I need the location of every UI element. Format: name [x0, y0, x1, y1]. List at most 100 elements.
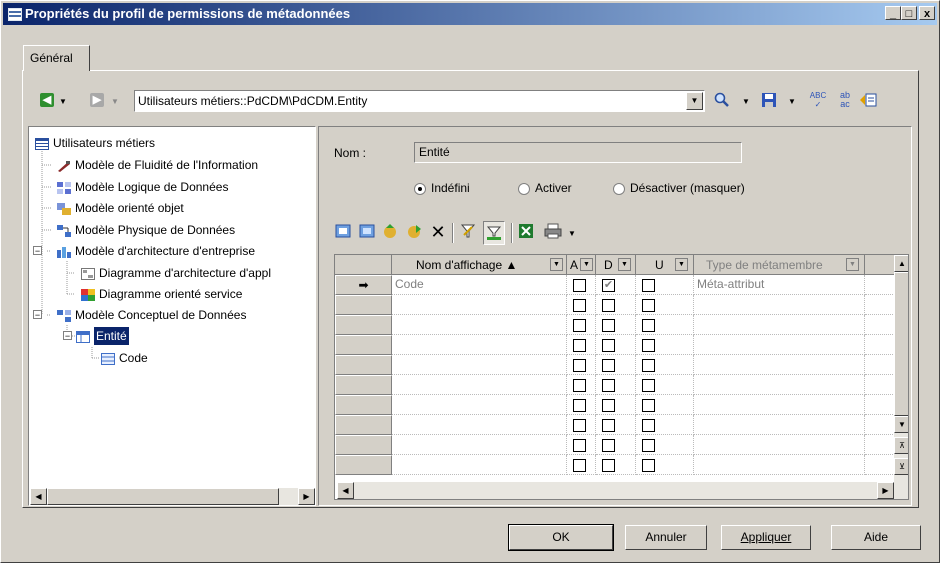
scroll-right-icon[interactable]: ▶ — [298, 488, 315, 505]
display-name-cell[interactable] — [392, 295, 567, 315]
help-button[interactable]: Aide — [831, 525, 921, 550]
tree-item-diag-architecture[interactable]: Diagramme d'architecture d'appl — [81, 263, 271, 281]
row-header[interactable] — [335, 315, 392, 335]
title-bar[interactable]: Propriétés du profil de permissions de m… — [3, 3, 937, 25]
display-name-cell[interactable] — [392, 355, 567, 375]
checkbox-a[interactable] — [573, 279, 586, 292]
checkbox-d[interactable] — [602, 439, 615, 452]
column-header-d[interactable]: D ▼ — [596, 255, 636, 275]
scroll-thumb[interactable] — [894, 272, 908, 416]
filter-dropdown-icon[interactable]: ▼ — [580, 258, 593, 271]
scroll-down-icon[interactable]: ▼ — [894, 416, 908, 433]
tree-item-physique[interactable]: Modèle Physique de Données — [57, 220, 235, 238]
checkbox-u[interactable] — [642, 419, 655, 432]
checkbox-a[interactable] — [573, 419, 586, 432]
collapse-icon[interactable]: − — [33, 246, 42, 256]
maximize-button[interactable]: □ — [901, 6, 917, 20]
checkbox-u[interactable] — [642, 379, 655, 392]
checkbox-a[interactable] — [573, 359, 586, 372]
print-dropdown-icon[interactable]: ▼ — [568, 229, 576, 238]
filter-dropdown-icon[interactable]: ▼ — [550, 258, 563, 271]
row-header[interactable] — [335, 375, 392, 395]
filter-dropdown-icon[interactable]: ▼ — [618, 258, 631, 271]
ok-button[interactable]: OK — [508, 524, 614, 551]
checkbox-d[interactable] — [602, 399, 615, 412]
grid-edit-icon[interactable] — [358, 223, 376, 241]
print-icon[interactable] — [544, 223, 562, 241]
scroll-left-icon[interactable]: ◀ — [337, 482, 354, 499]
forward-arrow-icon[interactable]: ▶ — [90, 93, 104, 107]
row-header[interactable] — [335, 435, 392, 455]
checkbox-d[interactable] — [602, 379, 615, 392]
tree-horizontal-scrollbar[interactable]: ◀ ▶ — [30, 488, 315, 505]
apply-button[interactable]: Appliquer — [721, 525, 811, 550]
checkbox-u[interactable] — [642, 279, 655, 292]
grid-properties-icon[interactable] — [334, 223, 352, 241]
excel-icon[interactable] — [517, 223, 535, 241]
checkbox-d[interactable] — [602, 339, 615, 352]
collapse-icon[interactable]: − — [63, 331, 72, 341]
metamember-type-cell[interactable] — [694, 355, 865, 375]
metamember-type-cell[interactable] — [694, 395, 865, 415]
location-combo[interactable]: Utilisateurs métiers::PdCDM\PdCDM.Entity… — [134, 90, 705, 112]
metamember-type-cell[interactable] — [694, 375, 865, 395]
display-name-cell[interactable] — [392, 435, 567, 455]
scroll-top-icon[interactable]: ⊼ — [894, 437, 908, 454]
back-arrow-icon[interactable]: ◀ — [40, 93, 54, 107]
column-header-a[interactable]: A ▼ — [567, 255, 596, 275]
permissions-grid[interactable]: Nom d'affichage ▲ ▼ A ▼ D ▼ U ▼ Type de … — [334, 254, 909, 500]
checkbox-a[interactable] — [573, 379, 586, 392]
checkbox-a[interactable] — [573, 299, 586, 312]
checkbox-a[interactable] — [573, 439, 586, 452]
metamember-type-cell[interactable] — [694, 455, 865, 475]
checkbox-a[interactable] — [573, 399, 586, 412]
tree-item-diag-service[interactable]: Diagramme orienté service — [81, 284, 242, 302]
spell-check-icon[interactable]: ABC ✓ — [809, 91, 827, 109]
display-name-cell[interactable]: Code — [392, 275, 567, 295]
scroll-up-icon[interactable]: ▲ — [894, 255, 908, 272]
checkbox-d[interactable] — [602, 319, 615, 332]
metamember-type-cell[interactable] — [694, 335, 865, 355]
row-header[interactable] — [335, 415, 392, 435]
chevron-down-icon[interactable]: ▼ — [686, 92, 703, 110]
scroll-bottom-icon[interactable]: ⊻ — [894, 458, 908, 475]
back-dropdown-icon[interactable]: ▼ — [59, 97, 67, 106]
tree-item-utilisateurs-metiers[interactable]: Utilisateurs métiers — [35, 133, 155, 151]
replace-icon[interactable]: ab ac — [836, 91, 854, 109]
checkbox-d[interactable] — [602, 299, 615, 312]
checkbox-u[interactable] — [642, 459, 655, 472]
scroll-left-icon[interactable]: ◀ — [30, 488, 47, 505]
tree-item-objet[interactable]: Modèle orienté objet — [57, 198, 184, 216]
properties-icon[interactable] — [859, 92, 877, 110]
radio-undefined[interactable]: Indéfini — [414, 181, 470, 195]
display-name-cell[interactable] — [392, 315, 567, 335]
row-header[interactable]: ➡ — [335, 275, 392, 295]
save-dropdown-icon[interactable]: ▼ — [788, 97, 796, 106]
add-row-icon[interactable] — [381, 223, 399, 241]
row-header[interactable] — [335, 395, 392, 415]
filter-dropdown-icon[interactable]: ▼ — [846, 258, 859, 271]
tree-item-logique[interactable]: Modèle Logique de Données — [57, 177, 228, 195]
column-header-display-name[interactable]: Nom d'affichage ▲ ▼ — [392, 255, 567, 275]
checkbox-a[interactable] — [573, 459, 586, 472]
display-name-cell[interactable] — [392, 335, 567, 355]
metamember-type-cell[interactable] — [694, 435, 865, 455]
row-header[interactable] — [335, 295, 392, 315]
tree-item-architecture[interactable]: Modèle d'architecture d'entreprise — [57, 241, 255, 259]
row-header[interactable] — [335, 335, 392, 355]
checkbox-u[interactable] — [642, 399, 655, 412]
tree-item-fluidite[interactable]: Modèle de Fluidité de l'Information — [57, 155, 258, 173]
column-header-u[interactable]: U ▼ — [636, 255, 694, 275]
find-icon[interactable] — [713, 92, 731, 110]
filter-bar-icon[interactable] — [483, 221, 505, 245]
tab-general[interactable]: Général — [23, 45, 90, 71]
filter-icon[interactable] — [459, 223, 477, 241]
find-dropdown-icon[interactable]: ▼ — [742, 97, 750, 106]
row-header[interactable] — [335, 455, 392, 475]
metamember-type-cell[interactable]: Méta-attribut — [694, 275, 865, 295]
scroll-thumb[interactable] — [47, 488, 279, 505]
checkbox-u[interactable] — [642, 319, 655, 332]
cancel-button[interactable]: Annuler — [625, 525, 707, 550]
save-icon[interactable] — [760, 92, 778, 110]
display-name-cell[interactable] — [392, 395, 567, 415]
